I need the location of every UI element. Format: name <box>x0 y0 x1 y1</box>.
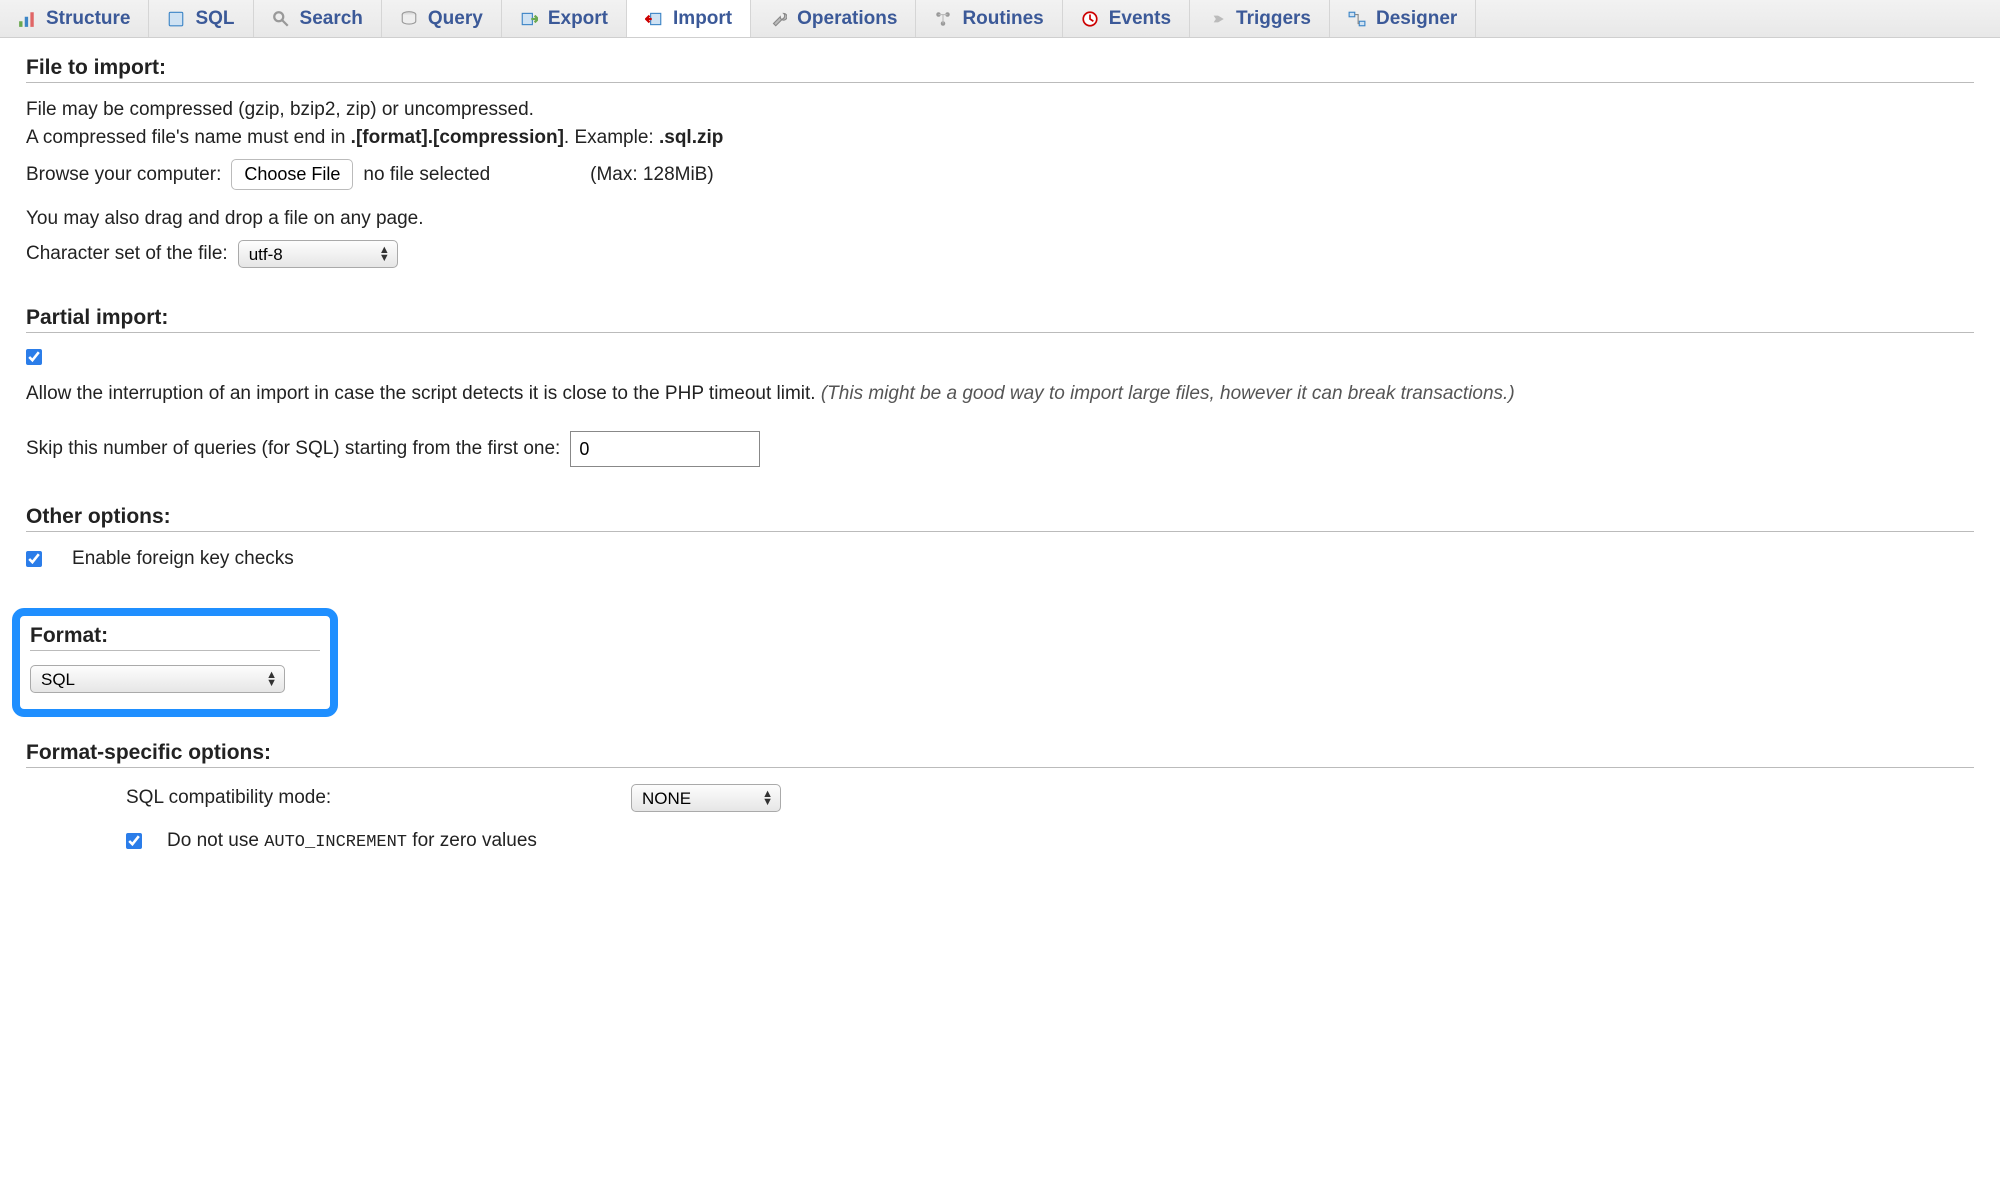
tab-sql[interactable]: SQL <box>149 0 253 37</box>
tabbar-spacer <box>1476 0 2000 37</box>
format-highlight-box: Format: SQL ▲▼ <box>12 608 338 717</box>
tab-label: Designer <box>1376 8 1457 30</box>
browse-label: Browse your computer: <box>26 164 221 186</box>
tab-label: Structure <box>46 8 130 30</box>
no-file-selected: no file selected <box>363 164 490 186</box>
tab-label: Search <box>300 8 363 30</box>
foreign-key-checkbox[interactable] <box>26 551 42 567</box>
allow-interruption-text: Allow the interruption of an import in c… <box>26 383 1974 405</box>
tab-label: Operations <box>797 8 897 30</box>
file-compression-note: File may be compressed (gzip, bzip2, zip… <box>26 99 1974 121</box>
section-heading-format-specific: Format-specific options: <box>26 741 1974 768</box>
section-file-to-import: File to import: File may be compressed (… <box>26 56 1974 268</box>
format-select[interactable]: SQL <box>30 665 285 693</box>
tab-export[interactable]: Export <box>502 0 627 37</box>
tab-label: SQL <box>195 8 234 30</box>
section-partial-import: Partial import: Allow the interruption o… <box>26 306 1974 467</box>
tab-label: Triggers <box>1236 8 1311 30</box>
events-icon <box>1081 10 1099 28</box>
tab-operations[interactable]: Operations <box>751 0 916 37</box>
no-autoincrement-label: Do not use AUTO_INCREMENT for zero value… <box>167 830 537 852</box>
compat-mode-select[interactable]: NONE <box>631 784 781 812</box>
compat-mode-label: SQL compatibility mode: <box>126 787 631 809</box>
tab-import[interactable]: Import <box>627 0 751 37</box>
routines-icon <box>934 10 952 28</box>
tab-structure[interactable]: Structure <box>0 0 149 37</box>
section-heading-file: File to import: <box>26 56 1974 83</box>
import-icon <box>645 10 663 28</box>
tab-label: Import <box>673 8 732 30</box>
search-icon <box>272 10 290 28</box>
tab-label: Export <box>548 8 608 30</box>
choose-file-button[interactable]: Choose File <box>231 159 353 190</box>
query-icon <box>400 10 418 28</box>
charset-label: Character set of the file: <box>26 243 228 265</box>
max-size-label: (Max: 128MiB) <box>590 164 714 186</box>
charset-select[interactable]: utf-8 <box>238 240 398 268</box>
tab-query[interactable]: Query <box>382 0 502 37</box>
foreign-key-label: Enable foreign key checks <box>72 548 294 570</box>
section-format-specific: Format-specific options: SQL compatibili… <box>26 741 1974 852</box>
section-other-options: Other options: Enable foreign key checks <box>26 505 1974 570</box>
triggers-icon <box>1208 10 1226 28</box>
section-heading-other: Other options: <box>26 505 1974 532</box>
tab-label: Events <box>1109 8 1171 30</box>
export-icon <box>520 10 538 28</box>
tab-bar: Structure SQL Search Query Export Import <box>0 0 2000 38</box>
operations-icon <box>769 10 787 28</box>
skip-queries-input[interactable] <box>570 431 760 467</box>
tab-events[interactable]: Events <box>1063 0 1190 37</box>
section-heading-partial: Partial import: <box>26 306 1974 333</box>
skip-queries-label: Skip this number of queries (for SQL) st… <box>26 438 560 460</box>
tab-label: Routines <box>962 8 1043 30</box>
dragdrop-note: You may also drag and drop a file on any… <box>26 208 1974 230</box>
charset-row: Character set of the file: utf-8 ▲▼ <box>26 240 1974 268</box>
structure-icon <box>18 10 36 28</box>
sql-icon <box>167 10 185 28</box>
no-autoincrement-checkbox[interactable] <box>126 833 142 849</box>
tab-triggers[interactable]: Triggers <box>1190 0 1330 37</box>
tab-search[interactable]: Search <box>254 0 382 37</box>
section-heading-format: Format: <box>30 624 320 651</box>
designer-icon <box>1348 10 1366 28</box>
tab-routines[interactable]: Routines <box>916 0 1062 37</box>
tab-designer[interactable]: Designer <box>1330 0 1476 37</box>
browse-row: Browse your computer: Choose File no fil… <box>26 159 1974 190</box>
tab-label: Query <box>428 8 483 30</box>
import-content: File to import: File may be compressed (… <box>0 38 2000 908</box>
allow-interruption-checkbox[interactable] <box>26 349 42 365</box>
file-name-format-note: A compressed file's name must end in .[f… <box>26 127 1974 149</box>
